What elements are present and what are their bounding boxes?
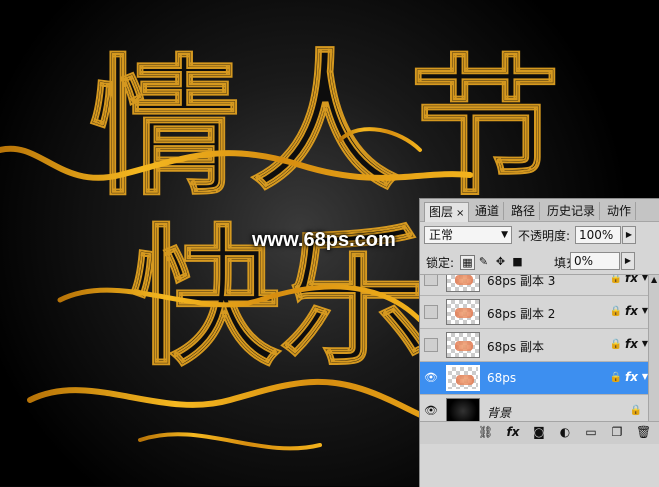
layer-name: 68ps [487, 371, 517, 385]
fx-icon[interactable]: fx [506, 425, 520, 439]
tab-history[interactable]: 历史记录 [543, 202, 601, 220]
tab-label: 动作 [607, 204, 632, 218]
close-icon[interactable]: × [456, 208, 464, 219]
layer-thumbnail [446, 299, 480, 325]
tab-label: 历史记录 [547, 204, 596, 218]
folder-icon[interactable]: ▭ [584, 425, 598, 439]
tab-layers[interactable]: 图层 × [424, 202, 470, 222]
adjustment-icon[interactable]: ◐ [558, 425, 572, 439]
layer-list: 68ps 副本 3 🔒 fx ▼ 68ps 副本 2 🔒 fx ▼ 68ps 副… [420, 275, 648, 421]
blend-mode-value: 正常 [429, 228, 454, 242]
fill-slider-button[interactable]: ▶ [621, 252, 635, 270]
layer-row-copy-2[interactable]: 68ps 副本 2 🔒 fx ▼ [420, 296, 648, 329]
layer-row-copy-3[interactable]: 68ps 副本 3 🔒 fx ▼ [420, 275, 648, 296]
visibility-toggle[interactable] [424, 275, 438, 286]
panel-bottom-bar: ⛓ fx ◙ ◐ ▭ ❐ 🗑 [420, 421, 659, 444]
fill-input[interactable]: 0% [570, 252, 620, 270]
fx-icon[interactable]: fx [625, 304, 638, 318]
layer-row-copy[interactable]: 68ps 副本 🔒 fx ▼ [420, 329, 648, 362]
lock-icon: 🔒 [609, 275, 622, 284]
link-icon[interactable]: ⛓ [478, 425, 493, 439]
layer-row-68ps[interactable]: 👁 68ps 🔒 fx ▼ [420, 362, 648, 395]
visibility-toggle[interactable] [424, 338, 438, 352]
opacity-label: 不透明度: [518, 229, 571, 243]
lock-icon: 🔒 [609, 372, 622, 383]
lock-icon: 🔒 [609, 339, 622, 350]
layers-panel: 图层 × 通道 路径 历史记录 动作 正常 ▼ 不透明度: 100% ▶ 锁定: … [419, 198, 659, 487]
tab-label: 路径 [511, 204, 536, 218]
lock-label: 锁定: [426, 256, 455, 270]
lock-transparent-icon[interactable]: ▦ [460, 255, 475, 270]
layer-scrollbar[interactable]: ▲ [648, 275, 659, 421]
fx-icon[interactable]: fx [625, 370, 638, 384]
layer-thumbnail [446, 275, 480, 292]
eye-icon[interactable]: 👁 [424, 371, 438, 385]
char-1: 情 [90, 42, 240, 216]
char-3: 节 [410, 42, 560, 216]
lock-all-icon[interactable]: ■ [511, 255, 524, 268]
tab-channels[interactable]: 通道 [471, 202, 505, 220]
tab-label: 通道 [475, 204, 500, 218]
fx-icon[interactable]: fx [625, 337, 638, 351]
visibility-toggle[interactable] [424, 305, 438, 319]
trash-icon[interactable]: 🗑 [636, 425, 651, 439]
layer-name: 68ps 副本 3 [487, 275, 556, 288]
tab-paths[interactable]: 路径 [507, 202, 541, 220]
new-layer-icon[interactable]: ❐ [610, 425, 624, 439]
layer-row-background[interactable]: 👁 背景 🔒 [420, 395, 648, 421]
lock-paint-icon[interactable]: ✎ [477, 255, 490, 268]
char-2: 人 [250, 37, 400, 211]
tab-label: 图层 [429, 205, 454, 219]
layer-thumbnail [446, 398, 480, 421]
layer-thumbnail [446, 332, 480, 358]
layer-thumbnail [446, 365, 480, 391]
layer-name: 背景 [487, 406, 512, 420]
eye-icon[interactable]: 👁 [424, 404, 438, 418]
fx-icon[interactable]: fx [625, 275, 638, 285]
layer-name: 68ps 副本 2 [487, 307, 556, 321]
watermark-text: www.68ps.com [252, 229, 396, 251]
layer-name: 68ps 副本 [487, 340, 544, 354]
mask-icon[interactable]: ◙ [532, 425, 546, 439]
blend-mode-select[interactable]: 正常 ▼ [424, 226, 512, 244]
lock-icon: 🔒 [629, 405, 642, 416]
tab-actions[interactable]: 动作 [603, 202, 637, 220]
lock-move-icon[interactable]: ✥ [494, 255, 507, 268]
scroll-up-icon[interactable]: ▲ [651, 275, 657, 284]
panel-tabs: 图层 × 通道 路径 历史记录 动作 [420, 199, 659, 222]
lock-row: 锁定: ▦ ✎ ✥ ■ 填充: 0% ▶ [420, 248, 659, 275]
blend-row: 正常 ▼ 不透明度: 100% ▶ [420, 222, 659, 248]
opacity-input[interactable]: 100% [575, 226, 621, 244]
chevron-down-icon: ▼ [501, 230, 508, 240]
lock-icon: 🔒 [609, 306, 622, 317]
opacity-slider-button[interactable]: ▶ [622, 226, 636, 244]
